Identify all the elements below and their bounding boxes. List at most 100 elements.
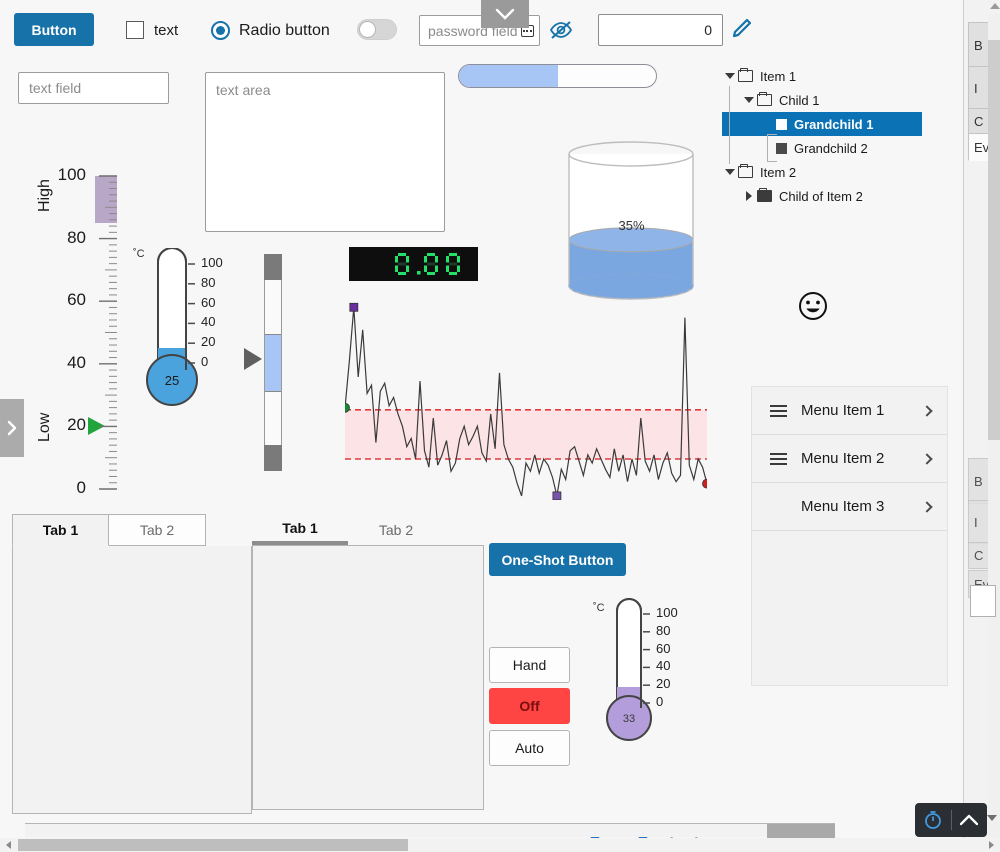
- primary-button[interactable]: Button: [14, 13, 94, 46]
- tree-node[interactable]: Grandchild 2: [722, 136, 922, 160]
- tab-strip[interactable]: Tab 1 Tab 2: [252, 514, 484, 545]
- caret-right-icon[interactable]: [746, 191, 752, 201]
- lcd-segments: [395, 253, 460, 275]
- tab-2[interactable]: Tab 2: [348, 514, 444, 545]
- tree-guide-line: [767, 134, 777, 135]
- chevron-down-icon[interactable]: [481, 0, 529, 28]
- thermometer-tick-label: 100: [656, 605, 678, 620]
- chevron-right-icon[interactable]: [0, 399, 24, 457]
- scrollbar-thumb[interactable]: [18, 839, 408, 851]
- dev-toolbar-caret-icon[interactable]: [987, 815, 997, 821]
- tree-node[interactable]: Item 1: [722, 64, 922, 88]
- list-icon: [770, 404, 787, 417]
- sparkline-chart: [345, 302, 707, 500]
- thermometer-tick-label: 80: [656, 622, 671, 638]
- chart-marker-max: [349, 302, 359, 312]
- tab-1[interactable]: Tab 1: [12, 514, 109, 546]
- mode-button-off[interactable]: Off: [489, 688, 570, 724]
- pencil-icon[interactable]: [730, 18, 752, 43]
- eye-off-icon[interactable]: [549, 20, 573, 43]
- scroll-up-arrow-icon[interactable]: [990, 3, 1000, 9]
- scroll-right-arrow-icon[interactable]: [989, 841, 994, 849]
- menu-item[interactable]: Menu Item 3: [752, 483, 947, 531]
- scroll-left-arrow-icon[interactable]: [6, 841, 11, 849]
- chevron-right-icon[interactable]: [921, 452, 933, 465]
- checkbox-label: text: [154, 21, 179, 39]
- thermometer-tick-label: 0: [656, 694, 664, 709]
- thermometer-main: ˚C 25 100 80 60 40 20 0: [130, 248, 250, 438]
- stopwatch-icon[interactable]: [915, 810, 951, 830]
- chevron-right-icon[interactable]: [921, 404, 933, 417]
- thermometer-tick-label: 60: [201, 294, 216, 310]
- list-icon: [770, 452, 787, 465]
- scrollbar-thumb[interactable]: [767, 824, 835, 838]
- progress-bar: [458, 64, 657, 88]
- tree-node[interactable]: Grandchild 1: [722, 112, 922, 136]
- page-horizontal-scrollbar[interactable]: [0, 838, 1000, 852]
- menu-list[interactable]: Menu Item 1 Menu Item 2 Menu Item 3: [751, 386, 948, 686]
- text-field[interactable]: text field: [18, 72, 169, 104]
- tab-2[interactable]: Tab 2: [109, 514, 206, 546]
- scale-tick-label: 80: [67, 227, 86, 247]
- tab-widget-underline[interactable]: Tab 1 Tab 2: [252, 514, 484, 814]
- inner-horizontal-scrollbar[interactable]: [25, 823, 835, 838]
- chevron-right-icon[interactable]: [921, 500, 933, 513]
- scale-tick-label: 0: [76, 478, 86, 497]
- tree-expander[interactable]: [722, 169, 738, 175]
- tree-node[interactable]: Child 1: [722, 88, 922, 112]
- number-value: 0: [704, 22, 712, 38]
- tree-view[interactable]: Item 1 Child 1 Grandchild 1 Grandchild 2 Ite…: [722, 64, 922, 208]
- caret-down-icon[interactable]: [725, 73, 735, 79]
- thermometer-tick-label: 100: [201, 255, 223, 270]
- menu-item[interactable]: Menu Item 2: [752, 435, 947, 483]
- tree-node-label: Grandchild 1: [794, 116, 874, 132]
- checkbox-control[interactable]: text: [126, 21, 178, 39]
- slider-cap-bottom[interactable]: [264, 445, 282, 471]
- radio-dot-icon: [216, 26, 225, 35]
- number-input[interactable]: 0: [598, 14, 723, 46]
- thermometer-tick-label: 20: [201, 334, 216, 350]
- tree-expander[interactable]: [741, 191, 757, 201]
- tab-1[interactable]: Tab 1: [252, 514, 348, 545]
- radio-button[interactable]: [211, 21, 230, 40]
- tree-expander[interactable]: [722, 73, 738, 79]
- tree-node[interactable]: Child of Item 2: [722, 184, 922, 208]
- thermometer-body: 33: [606, 598, 652, 741]
- tree-guide-line: [729, 86, 730, 164]
- slider-cap-top[interactable]: [264, 254, 282, 280]
- side-panel-scrollbar-thumb[interactable]: [988, 40, 1000, 440]
- chart-series-line: [345, 307, 707, 497]
- one-shot-button[interactable]: One-Shot Button: [489, 543, 626, 576]
- toggle-switch[interactable]: [357, 19, 397, 40]
- mode-button-hand[interactable]: Hand: [489, 647, 570, 683]
- tree-node[interactable]: Item 2: [722, 160, 922, 184]
- tree-node-label: Child 1: [779, 92, 820, 108]
- chevron-up-icon[interactable]: [952, 812, 988, 828]
- slider-thumb[interactable]: [265, 333, 281, 392]
- checkbox-box[interactable]: [126, 21, 144, 39]
- tree-node-label: Child of Item 2: [779, 188, 863, 204]
- tree-expander[interactable]: [741, 97, 757, 103]
- folder-icon: [738, 163, 753, 178]
- tab-strip[interactable]: Tab 1 Tab 2: [12, 514, 252, 546]
- svg-text:33: 33: [623, 713, 635, 725]
- thermometer-tick-label: 0: [201, 354, 209, 369]
- dev-toolbar[interactable]: [915, 803, 987, 837]
- caret-down-icon[interactable]: [725, 169, 735, 175]
- vertical-slider[interactable]: [264, 254, 282, 471]
- menu-item-label: Menu Item 1: [801, 402, 885, 419]
- text-area[interactable]: text area: [205, 72, 445, 232]
- svg-text:25: 25: [165, 373, 179, 388]
- menu-item[interactable]: Menu Item 1: [752, 387, 947, 435]
- tab-widget-boxed[interactable]: Tab 1 Tab 2: [12, 514, 252, 814]
- leaf-node-icon: [776, 142, 787, 154]
- radio-control[interactable]: Radio button: [211, 21, 330, 40]
- side-panel[interactable]: B I C Ev B I C Ev: [963, 0, 1000, 852]
- smiley-face-icon: [798, 291, 828, 324]
- scale-tick-label: 40: [67, 352, 86, 372]
- mode-button-auto[interactable]: Auto: [489, 730, 570, 766]
- folder-icon: [757, 91, 772, 106]
- side-panel-field[interactable]: [970, 585, 996, 617]
- folder-icon: [757, 187, 772, 202]
- caret-down-icon[interactable]: [744, 97, 754, 103]
